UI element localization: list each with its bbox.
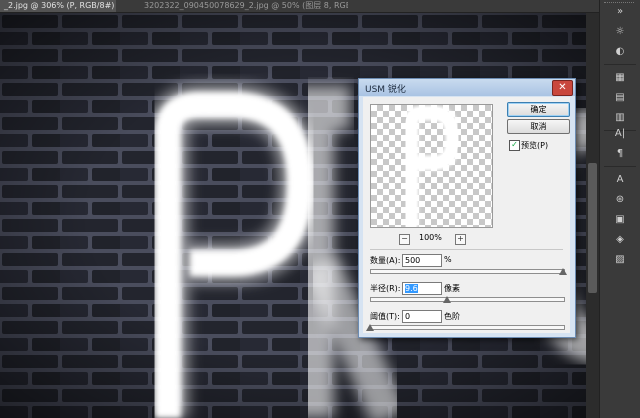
dialog-title-bar[interactable]: USM 锐化 ✕ (359, 79, 575, 96)
radius-unit: 像素 (444, 284, 460, 293)
threshold-input[interactable]: 0 (402, 310, 442, 323)
text-icon[interactable]: A (605, 172, 635, 188)
adjust-icon[interactable]: ◐ (605, 44, 635, 60)
preview-checkbox-label: 预览(P) (521, 141, 549, 150)
tab-label: _2.jpg @ 306% (P, RGB/8#) * (4, 1, 116, 10)
amount-input[interactable]: 500 (402, 254, 442, 267)
amount-slider[interactable] (370, 269, 565, 274)
grid-icon[interactable]: ▣ (605, 212, 635, 228)
radius-slider[interactable] (370, 297, 565, 302)
threshold-slider[interactable] (370, 325, 565, 330)
preview-letter-p (403, 105, 461, 227)
ok-button[interactable]: 确定 (507, 102, 570, 117)
close-icon[interactable]: ✕ (552, 80, 573, 96)
amount-slider-handle[interactable] (559, 268, 567, 275)
paragraph-icon[interactable]: ¶ (605, 146, 635, 162)
threshold-unit: 色阶 (444, 312, 460, 321)
filter-preview[interactable] (370, 104, 493, 228)
document-tab-bar: _2.jpg @ 306% (P, RGB/8#) *× 3202322_090… (0, 0, 599, 13)
cancel-button[interactable]: 取消 (507, 119, 570, 134)
dialog-divider (370, 249, 563, 250)
dialog-body: − 100% + 确定 取消 ✓ 预览(P) 数量(A): 500 % 半径(R… (363, 97, 570, 333)
amount-label: 数量(A): (370, 256, 401, 265)
tab-active-document[interactable]: _2.jpg @ 306% (P, RGB/8#) *× (0, 0, 116, 12)
mask-icon[interactable]: ▨ (605, 252, 635, 268)
threshold-label: 阈值(T): (370, 312, 400, 321)
brightness-icon[interactable]: ☼ (605, 24, 635, 40)
tab-other-document[interactable]: 3202322_090450078629_2.jpg @ 50% (图层 8, … (140, 0, 348, 12)
preview-zoom-level: 100% (419, 233, 442, 242)
dialog-title: USM 锐化 (365, 85, 406, 95)
amount-unit: % (444, 255, 452, 264)
preview-checkbox[interactable]: ✓ (509, 140, 520, 151)
toolbar-divider (604, 166, 636, 167)
radius-input[interactable]: 9.6 (402, 282, 442, 295)
canvas-scrollbar[interactable] (586, 13, 599, 418)
panel-toolbar: » ☼ ◐ ▦ ▤ ▥ A| ¶ A ⊛ ▣ ◈ ▨ ✎ (599, 0, 640, 418)
unsharp-mask-dialog: USM 锐化 ✕ − 100% + 确定 取消 ✓ 预览(P) 数量(A): 5… (358, 78, 576, 338)
expand-icon[interactable]: » (605, 4, 635, 20)
radius-label: 半径(R): (370, 284, 401, 293)
threshold-slider-handle[interactable] (366, 324, 374, 331)
character-icon[interactable]: A| (605, 126, 635, 142)
zoom-out-icon[interactable]: − (399, 234, 410, 245)
radius-slider-handle[interactable] (443, 296, 452, 303)
3d-icon[interactable]: ◈ (605, 232, 635, 248)
toolbar-divider (604, 64, 636, 65)
stamp-icon[interactable]: ⊛ (605, 192, 635, 208)
scrollbar-thumb[interactable] (588, 163, 597, 293)
zoom-in-icon[interactable]: + (455, 234, 466, 245)
tab-label: 3202322_090450078629_2.jpg @ 50% (图层 8, … (144, 1, 348, 10)
